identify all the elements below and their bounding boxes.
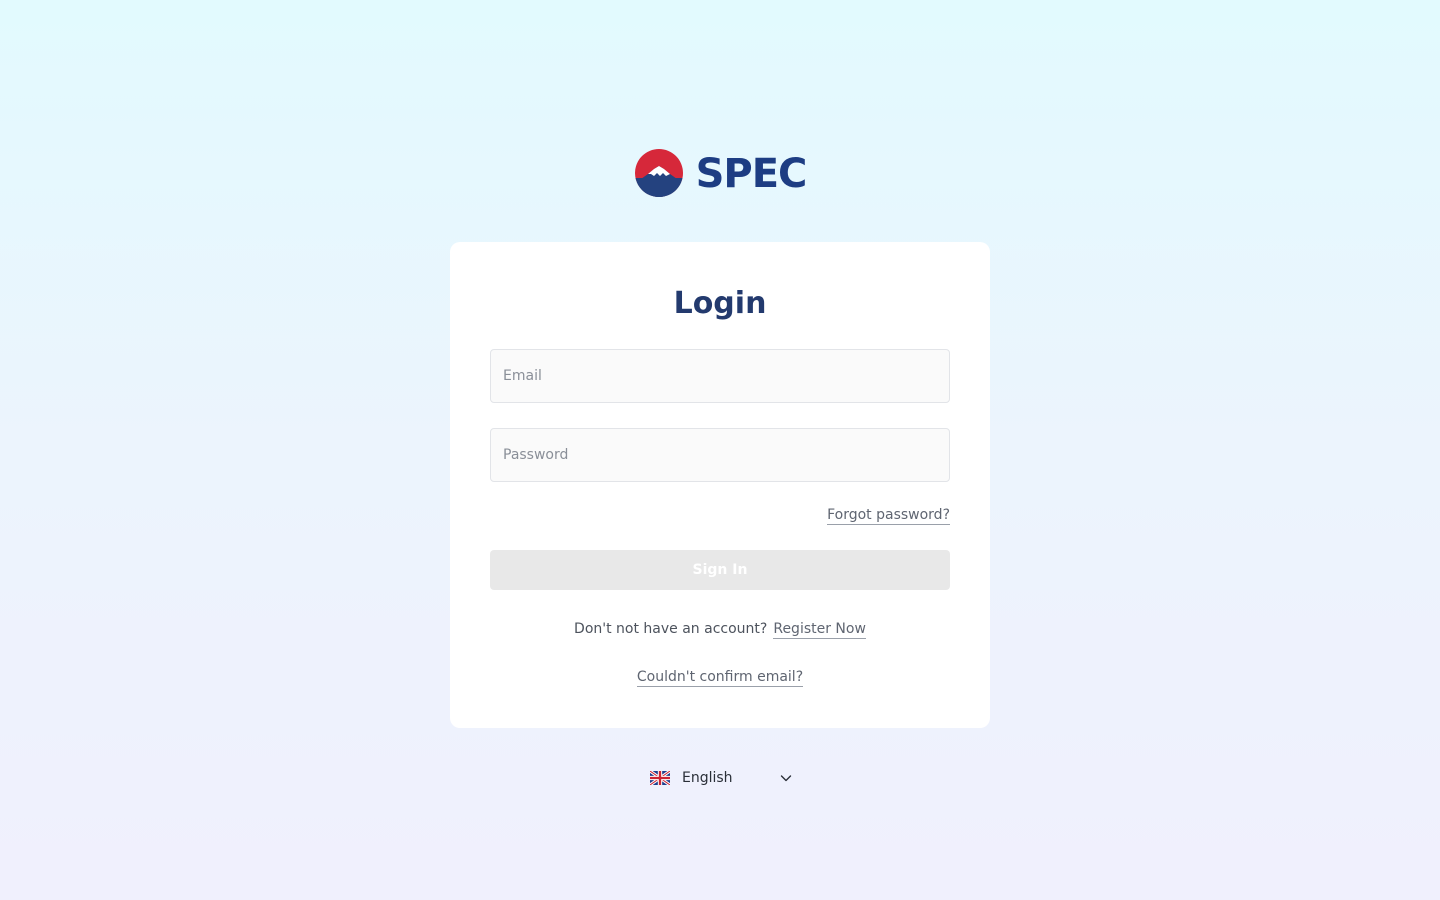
brand-name: SPEC: [695, 151, 808, 197]
page-title: Login: [673, 286, 767, 321]
email-input[interactable]: [490, 349, 950, 403]
confirm-email-row: Couldn't confirm email?: [0, 668, 1440, 687]
register-prompt: Don't not have an account?: [574, 621, 768, 637]
chevron-down-icon: [780, 775, 792, 782]
language-label: English: [682, 770, 733, 786]
confirm-email-link[interactable]: Couldn't confirm email?: [636, 668, 804, 687]
mountain-sun-logo-icon: [634, 149, 683, 197]
password-input[interactable]: [490, 428, 950, 482]
register-row: Don't not have an account? Register Now: [0, 620, 1440, 639]
language-selector[interactable]: English: [650, 766, 794, 790]
register-now-link[interactable]: Register Now: [773, 620, 866, 639]
uk-flag-icon: [650, 771, 670, 785]
sign-in-button[interactable]: Sign In: [490, 550, 950, 590]
forgot-password-link[interactable]: Forgot password?: [827, 506, 950, 525]
brand-logo: SPEC: [0, 146, 1440, 200]
